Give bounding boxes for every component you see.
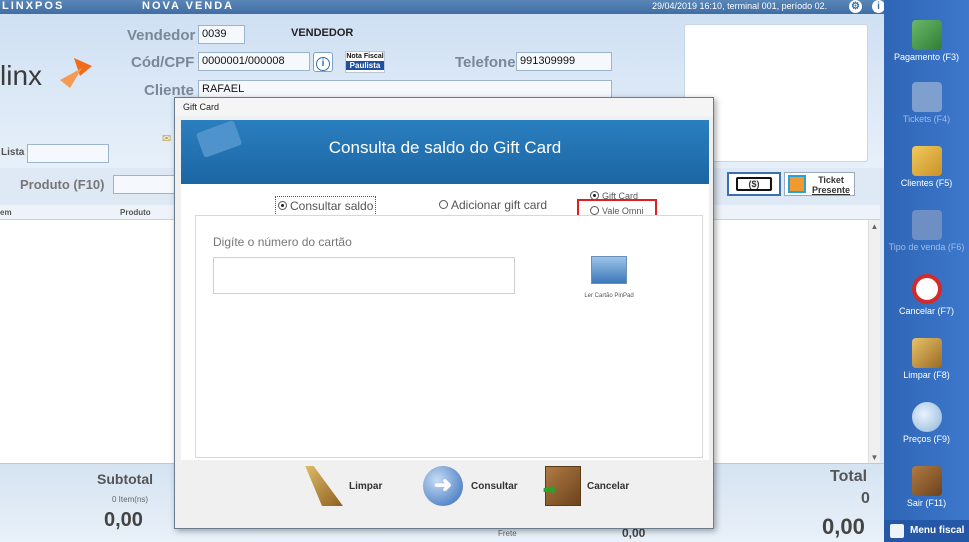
nota-fiscal-paulista-logo[interactable]: Nota Fiscal Paulista xyxy=(345,51,385,73)
grid-scrollbar[interactable]: ▲ ▼ xyxy=(868,220,880,463)
title-bar: LINXPOS NOVA VENDA 29/04/2019 16:10, ter… xyxy=(0,0,885,14)
menu-fiscal-label: Menu fiscal xyxy=(910,525,965,536)
session-status: 29/04/2019 16:10, terminal 001, período … xyxy=(652,1,828,11)
cancelar-button[interactable]: Cancelar (F7) xyxy=(884,274,969,316)
settings-icon[interactable]: ⚙ xyxy=(849,0,862,13)
limpar-label: Limpar (F8) xyxy=(903,370,950,380)
sale-type-icon xyxy=(911,210,942,240)
dialog-titlebar: Gift Card xyxy=(175,98,713,116)
cancelar-dialog-label: Cancelar xyxy=(587,481,630,492)
radio-dot xyxy=(278,201,287,211)
subtotal-label: Subtotal xyxy=(97,471,153,487)
telefone-label: Telefone xyxy=(455,54,516,71)
pinpad-icon xyxy=(591,256,627,284)
arrow-right-icon: ➜ xyxy=(423,466,463,506)
green-arrow-icon: ➡ xyxy=(543,482,557,499)
clientes-button[interactable]: Clientes (F5) xyxy=(884,146,969,188)
total-label: Total xyxy=(830,468,868,485)
pinpad-label: Ler Cartão PinPad xyxy=(584,293,634,299)
produto-field[interactable] xyxy=(113,175,175,194)
pinpad-button[interactable]: Ler Cartão PinPad xyxy=(571,256,647,302)
clientes-label: Clientes (F5) xyxy=(900,178,953,188)
precos-button[interactable]: Preços (F9) xyxy=(884,402,969,444)
card-entry-panel: Digíte o número do cartão Ler Cartão Pin… xyxy=(195,215,703,458)
function-panel: Pagamento (F3) Tickets (F4) Clientes (F5… xyxy=(884,0,969,542)
lista-label: Lista xyxy=(1,147,25,158)
radio-adicionar-label: Adicionar gift card xyxy=(451,197,548,212)
nfp-line2: Paulista xyxy=(346,61,384,70)
radio-dot xyxy=(439,200,448,210)
radio-consultar-label: Consultar saldo xyxy=(290,198,374,213)
cancelar-dialog-button[interactable]: ➡ Cancelar xyxy=(543,464,643,510)
menu-fiscal-button[interactable]: Menu fiscal xyxy=(884,520,969,542)
dialog-banner: Consulta de saldo do Gift Card xyxy=(181,119,709,184)
radio-adicionar-gift-card[interactable]: Adicionar gift card xyxy=(439,196,547,214)
col-item: em xyxy=(0,208,12,217)
logo-text: linx xyxy=(0,60,43,91)
nfp-line1: Nota Fiscal xyxy=(346,53,384,60)
tickets-label: Tickets (F4) xyxy=(902,114,951,124)
lista-field[interactable] xyxy=(27,144,109,163)
envelope-icon: ✉ xyxy=(162,133,172,145)
tipo-venda-button[interactable]: Tipo de venda (F6) xyxy=(884,210,969,252)
tipo-venda-label: Tipo de venda (F6) xyxy=(888,242,965,252)
magnifier-icon xyxy=(911,402,942,432)
cancel-icon xyxy=(911,274,942,304)
presente-label: Presente xyxy=(811,185,851,195)
cpf-label: Cód/CPF xyxy=(131,54,195,71)
receipt-icon xyxy=(890,524,904,538)
scroll-up-icon[interactable]: ▲ xyxy=(869,222,880,231)
limpar-button[interactable]: Limpar (F8) xyxy=(884,338,969,380)
cash-button[interactable]: ($) xyxy=(727,172,781,196)
vendedor-name: VENDEDOR xyxy=(291,27,354,39)
app-brand: LINXPOS xyxy=(2,0,65,12)
precos-label: Preços (F9) xyxy=(902,434,950,444)
broom-icon xyxy=(911,338,942,368)
broom-icon xyxy=(305,466,343,506)
radio-dot xyxy=(590,206,599,216)
limpar-dialog-label: Limpar xyxy=(349,481,383,492)
ticket-presente-button[interactable]: Ticket Presente xyxy=(784,172,855,196)
dialog-content: Consultar saldo Adicionar gift card Gift… xyxy=(181,184,709,460)
cash-icon: ($) xyxy=(736,177,772,191)
subtotal-value: 0,00 xyxy=(104,509,143,531)
frete-label: Frete xyxy=(498,529,517,538)
vendedor-label: Vendedor xyxy=(127,27,196,44)
dialog-heading: Consulta de saldo do Gift Card xyxy=(328,138,562,157)
cancelar-label: Cancelar (F7) xyxy=(898,306,954,316)
pagamento-button[interactable]: Pagamento (F3) xyxy=(884,20,969,62)
items-count: 0 Item(ns) xyxy=(112,495,149,504)
limpar-dialog-button[interactable]: Limpar xyxy=(301,464,391,510)
ticket-label: Ticket xyxy=(818,175,844,185)
total-count: 0 xyxy=(861,490,870,507)
scroll-down-icon[interactable]: ▼ xyxy=(869,453,880,462)
window-title: NOVA VENDA xyxy=(142,0,235,12)
cpf-field[interactable]: 0000001/000008 xyxy=(198,52,310,71)
consultar-label: Consultar xyxy=(471,481,518,492)
linx-logo: linx xyxy=(0,54,92,94)
payment-icon xyxy=(911,20,942,50)
telefone-field[interactable]: 991309999 xyxy=(516,52,612,71)
card-number-input[interactable] xyxy=(213,257,515,294)
info-button[interactable]: i xyxy=(313,52,333,72)
gift-icon xyxy=(788,175,806,193)
pagamento-label: Pagamento (F3) xyxy=(893,52,960,62)
sair-button[interactable]: Sair (F11) xyxy=(884,466,969,508)
card-prompt: Digíte o número do cartão xyxy=(213,235,352,249)
sair-label: Sair (F11) xyxy=(906,498,947,508)
tickets-icon xyxy=(911,82,942,112)
tickets-button[interactable]: Tickets (F4) xyxy=(884,82,969,124)
total-value: 0,00 xyxy=(822,514,865,539)
col-produto: Produto xyxy=(120,208,151,217)
produto-label: Produto (F10) xyxy=(20,177,105,192)
consultar-button[interactable]: ➜ Consultar xyxy=(423,464,523,510)
exit-door-icon xyxy=(911,466,942,496)
radio-consultar-saldo[interactable]: Consultar saldo xyxy=(275,196,377,216)
info-icon: i xyxy=(316,57,330,71)
gift-card-dialog: Gift Card Consulta de saldo do Gift Card… xyxy=(174,97,714,529)
dialog-button-bar: Limpar ➜ Consultar ➡ Cancelar xyxy=(181,460,709,528)
clients-icon xyxy=(911,146,942,176)
vendedor-code-field[interactable]: 0039 xyxy=(198,25,245,44)
